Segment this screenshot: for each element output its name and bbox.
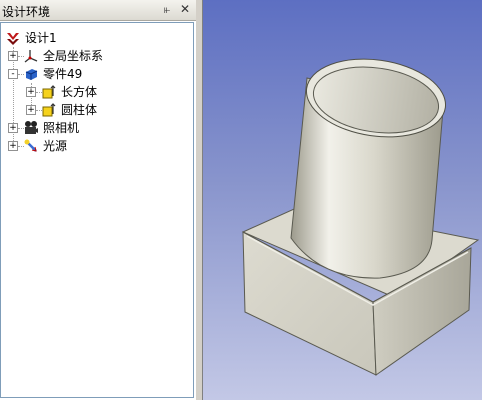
- tree-item-cylinder[interactable]: + 圆柱体: [19, 101, 179, 119]
- tree-item-box[interactable]: + 长方体: [19, 83, 179, 101]
- close-icon[interactable]: ✕: [180, 2, 190, 16]
- part-icon: [25, 69, 38, 80]
- feature-icon: [42, 85, 56, 99]
- feature-icon: [42, 103, 56, 117]
- panel-splitter[interactable]: [196, 0, 203, 400]
- tree-item-global-coordinates[interactable]: + 全局坐标系: [1, 47, 181, 65]
- expand-toggle[interactable]: +: [26, 105, 36, 115]
- expand-toggle[interactable]: +: [8, 51, 18, 61]
- design-tree: 设计1 + 全局坐标系 - 零件49 + 长方体 + 圆柱体 + 照相机 + 光…: [0, 22, 194, 398]
- tree-item-label: 长方体: [61, 85, 98, 99]
- tree-item-label: 光源: [43, 139, 68, 153]
- panel-title: 设计环境: [2, 5, 51, 19]
- axis-icon: [24, 50, 38, 63]
- tree-item-label: 全局坐标系: [43, 49, 104, 63]
- tree-item-label: 圆柱体: [61, 103, 98, 117]
- expand-toggle[interactable]: +: [8, 141, 18, 151]
- tree-item-label: 设计1: [25, 31, 57, 45]
- tree-item-label: 零件49: [43, 67, 83, 81]
- collapse-toggle[interactable]: -: [8, 69, 18, 79]
- tree-item-light[interactable]: + 光源: [1, 137, 181, 155]
- camera-icon: [25, 121, 38, 134]
- tree-item-label: 照相机: [43, 121, 80, 135]
- light-icon: [24, 139, 37, 152]
- tree-item-camera[interactable]: + 照相机: [1, 119, 181, 137]
- expand-toggle[interactable]: +: [8, 123, 18, 133]
- pin-icon[interactable]: ⫦: [164, 3, 170, 17]
- model-render: [241, 58, 480, 376]
- design-environment-panel: 设计环境 ⫦ ✕ 设计1 + 全局坐标系 - 零件49 + 长方体 + 圆柱体 …: [0, 0, 197, 400]
- panel-title-bar: 设计环境 ⫦ ✕: [0, 0, 196, 21]
- tree-item-part[interactable]: - 零件49: [1, 65, 181, 83]
- tree-item-design[interactable]: 设计1: [3, 29, 183, 47]
- design-icon: [7, 33, 19, 45]
- expand-toggle[interactable]: +: [26, 87, 36, 97]
- 3d-viewport[interactable]: [203, 0, 482, 400]
